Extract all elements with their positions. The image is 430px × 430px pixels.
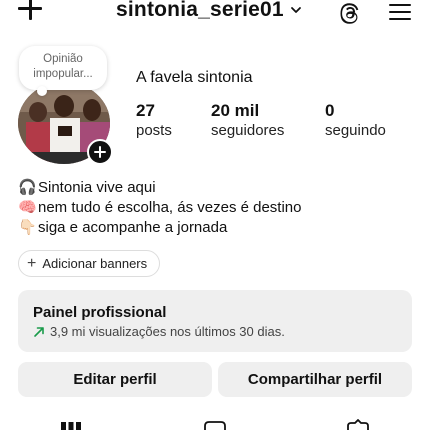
add-story-button[interactable]: [87, 139, 113, 165]
hamburger-menu-icon[interactable]: [389, 2, 411, 22]
username: sintonia_serie01: [116, 0, 284, 21]
plus-icon: [94, 146, 106, 158]
chevron-down-icon: [290, 7, 301, 13]
brain-icon: 🧠: [18, 199, 37, 216]
profile-display-name: A favela sintonia: [136, 69, 253, 86]
pointing-down-icon: 👇🏻: [18, 219, 37, 236]
bio-text: siga e acompanhe a jornada: [38, 219, 228, 236]
stat-followers-label: seguidores: [211, 122, 285, 139]
reels-icon[interactable]: [203, 418, 227, 430]
bio-text: Sintonia vive aqui: [38, 179, 156, 196]
add-banners-label: Adicionar banners: [42, 256, 148, 271]
professional-dashboard-subtitle: 3,9 mi visualizações nos últimos 30 dias…: [33, 324, 285, 339]
stat-posts-value: 27: [136, 101, 155, 120]
stat-following-label: seguindo: [325, 122, 386, 139]
plus-icon: +: [27, 254, 37, 272]
trending-up-icon: [34, 326, 44, 337]
headphones-icon: 🎧: [18, 179, 37, 196]
stat-posts[interactable]: 27 posts: [136, 101, 211, 141]
new-post-icon[interactable]: [18, 0, 44, 22]
bio-text: nem tudo é escolha, ás vezes é destino: [38, 199, 302, 216]
stat-followers[interactable]: 20 mil seguidores: [211, 101, 325, 141]
edit-profile-button[interactable]: Editar perfil: [18, 362, 212, 397]
tagged-icon[interactable]: [345, 418, 371, 430]
share-profile-button[interactable]: Compartilhar perfil: [218, 362, 412, 397]
professional-dashboard[interactable]: Painel profissional 3,9 mi visualizações…: [18, 290, 412, 352]
bio: 🎧 Sintonia vive aqui 🧠 nem tudo é escolh…: [18, 178, 302, 238]
profile-tab-bar: [0, 418, 430, 430]
professional-dashboard-title: Painel profissional: [33, 304, 167, 321]
views-summary: 3,9 mi visualizações nos últimos 30 dias…: [50, 324, 285, 339]
grid-icon[interactable]: [60, 418, 82, 430]
bio-line: 🧠 nem tudo é escolha, ás vezes é destino: [18, 198, 302, 218]
account-switcher[interactable]: sintonia_serie01: [116, 0, 302, 22]
note-text-line1: Opinião: [43, 53, 83, 65]
stat-followers-value: 20 mil: [211, 101, 260, 120]
stat-posts-label: posts: [136, 122, 172, 139]
note-bubble[interactable]: Opinião impopular...: [19, 46, 107, 96]
bio-line: 🎧 Sintonia vive aqui: [18, 178, 302, 198]
top-bar: sintonia_serie01: [0, 0, 430, 28]
bio-line: 👇🏻 siga e acompanhe a jornada: [18, 218, 302, 238]
threads-icon[interactable]: [338, 1, 362, 25]
add-banners-button[interactable]: + Adicionar banners: [18, 250, 161, 277]
note-text-line2: impopular...: [33, 68, 93, 80]
stat-following[interactable]: 0 seguindo: [325, 101, 405, 141]
profile-stats: 27 posts 20 mil seguidores 0 seguindo: [136, 101, 405, 141]
stat-following-value: 0: [325, 101, 335, 120]
